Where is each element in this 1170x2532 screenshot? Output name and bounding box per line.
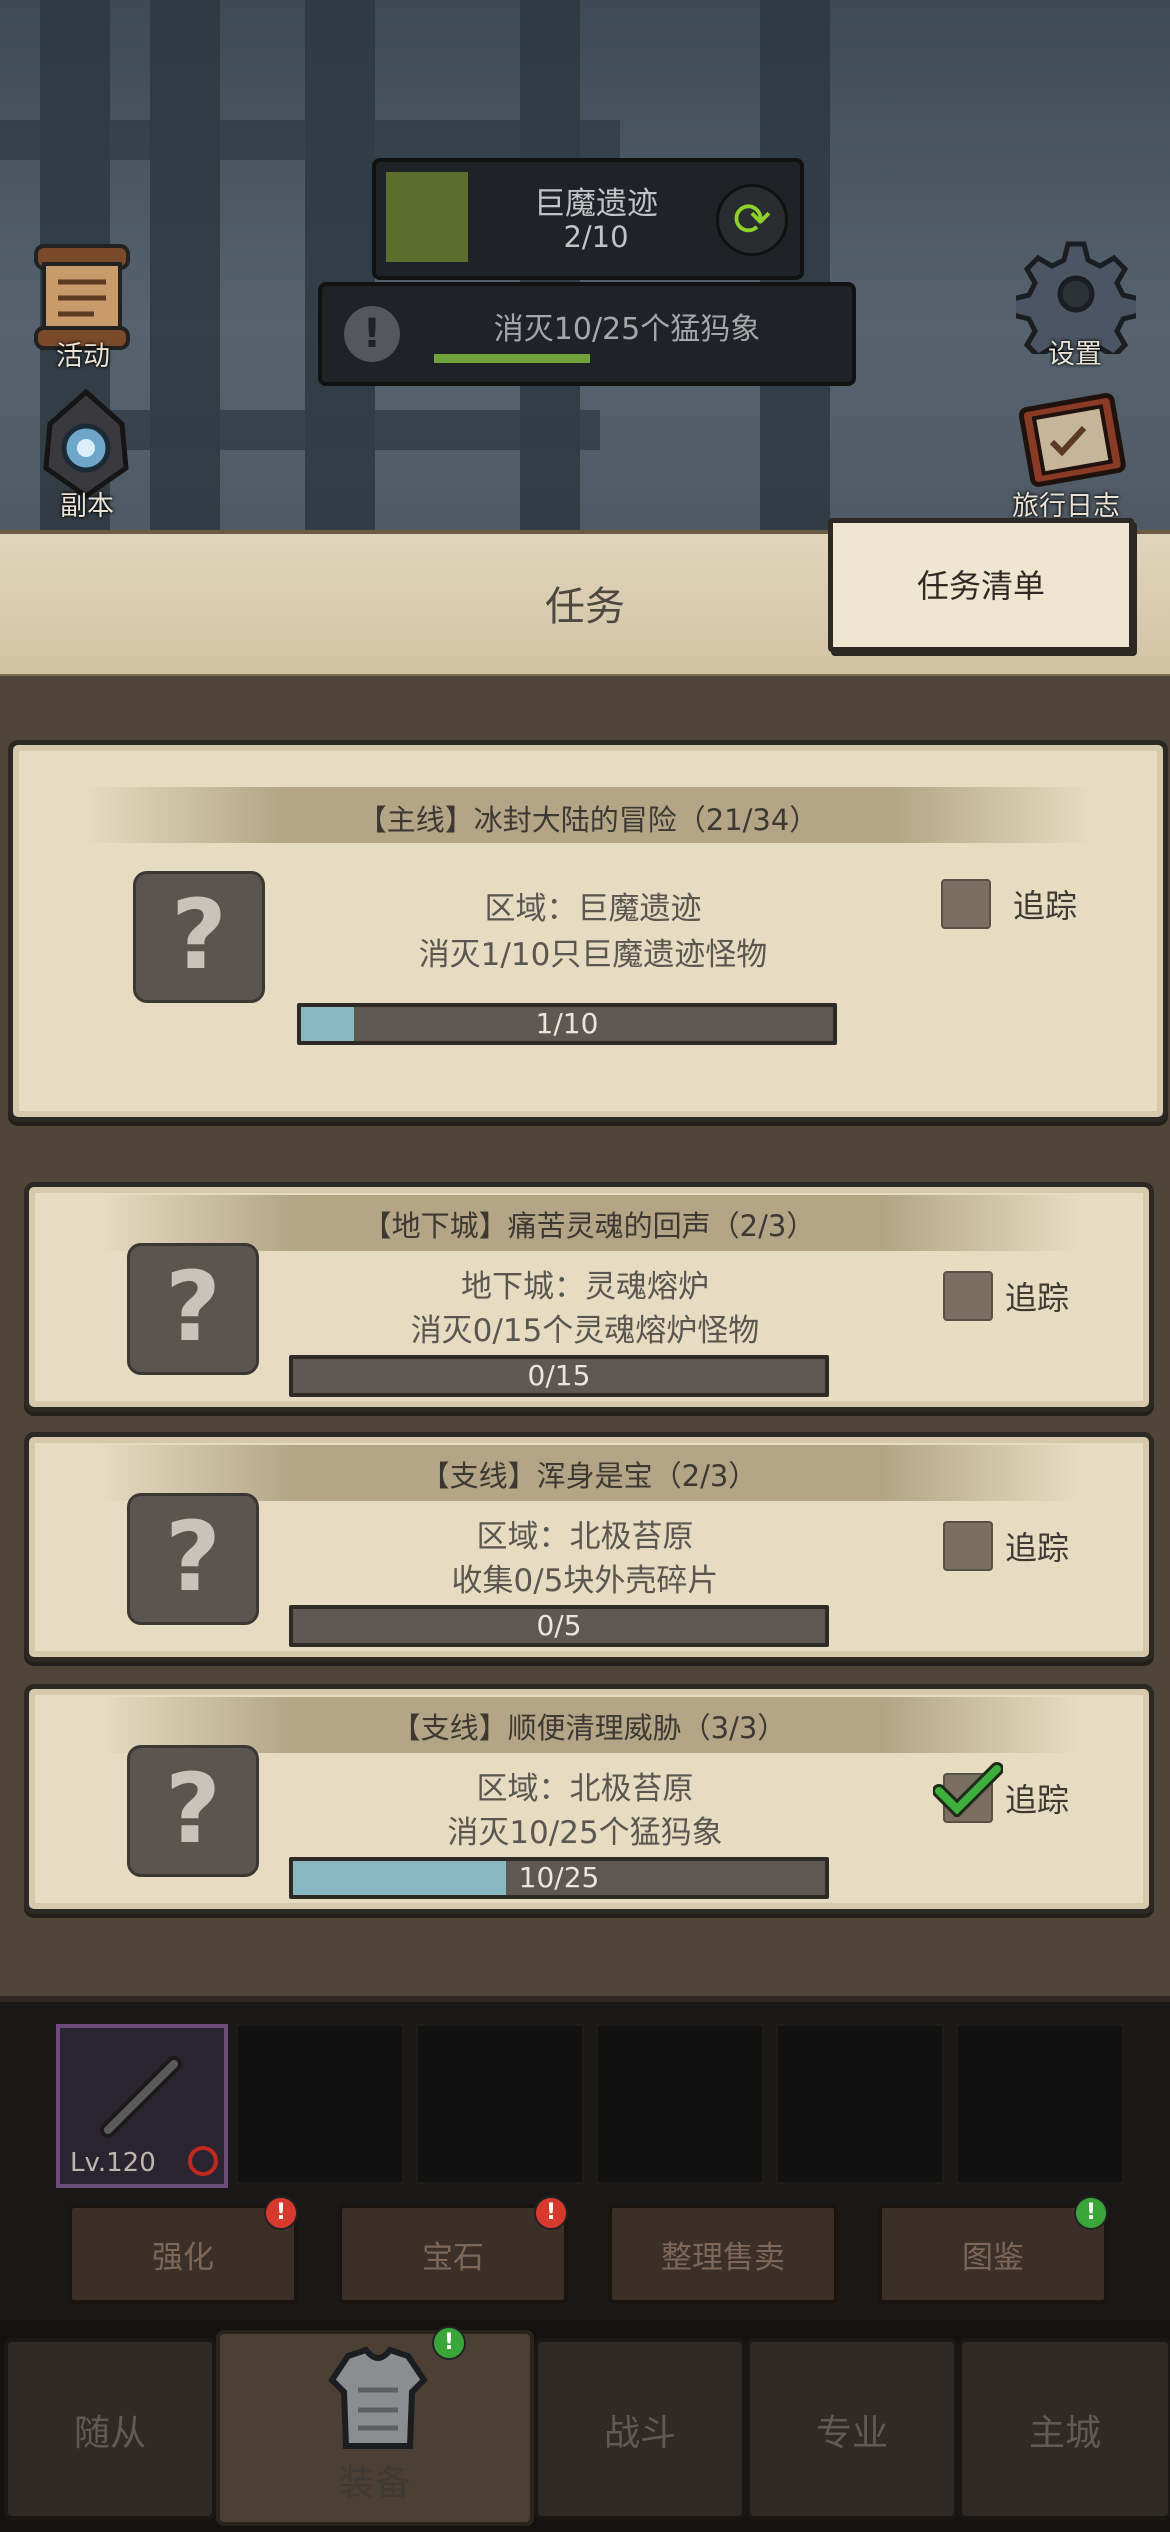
item-level: Lv.120 [70, 2148, 156, 2178]
book-icon [1018, 393, 1126, 487]
quest-progress-bar: 0/15 [289, 1355, 829, 1397]
tracked-quest-banner[interactable]: ! 消灭10/25个猛犸象 [318, 282, 856, 386]
gem-button[interactable]: 宝石 ! [338, 2196, 568, 2304]
inventory-slot[interactable] [776, 2024, 944, 2184]
task-list-button[interactable]: 任务清单 [828, 518, 1134, 652]
nav-main-city[interactable]: 主城 [958, 2338, 1170, 2520]
sort-sell-label: 整理售卖 [661, 2240, 785, 2276]
inventory-slot[interactable] [236, 2024, 404, 2184]
quest-objective: 收集0/5块外壳碎片 [451, 1563, 719, 1599]
quest-progress-bar: 1/10 [297, 1003, 837, 1045]
alert-badge: ! [264, 2196, 298, 2230]
quest-region: 区域：巨魔遗迹 [484, 891, 702, 927]
track-label: 追踪 [1005, 1781, 1070, 1819]
quest-progress-bar: 0/5 [289, 1605, 829, 1647]
codex-label: 图鉴 [962, 2240, 1024, 2276]
enhance-button[interactable]: 强化 ! [68, 2196, 298, 2304]
quest-title: 【支线】浑身是宝（2/3） [420, 1459, 758, 1493]
track-label: 追踪 [1005, 1279, 1070, 1317]
notice-badge: ! [432, 2326, 466, 2360]
gem-label: 宝石 [422, 2240, 484, 2276]
alert-icon: ! [344, 306, 400, 362]
notice-badge: ! [1074, 2196, 1108, 2230]
quest-objective: 消灭10/25个猛犸象 [447, 1815, 723, 1851]
track-checkbox[interactable] [943, 1521, 993, 1571]
enhance-label: 强化 [152, 2240, 214, 2276]
progress-text: 0/15 [527, 1359, 591, 1392]
progress-text: 10/25 [518, 1861, 600, 1894]
tab-quests[interactable]: 任务 [510, 574, 660, 632]
background-beam [100, 410, 600, 450]
quest-title: 【支线】顺便清理威胁（3/3） [391, 1711, 787, 1745]
refresh-icon[interactable]: ⟳ [716, 184, 788, 256]
quest-region: 区域：北极苔原 [476, 1771, 694, 1807]
alert-badge: ! [534, 2196, 568, 2230]
quest-objective: 消灭0/15个灵魂熔炉怪物 [410, 1313, 760, 1349]
quest-card-main[interactable]: 【主线】冰封大陆的冒险（21/34） ? 区域：巨魔遗迹 消灭1/10只巨魔遗迹… [8, 740, 1168, 1122]
progress-text: 0/5 [536, 1609, 582, 1642]
zone-progress: 2/10 [563, 220, 629, 254]
track-label: 追踪 [1013, 887, 1078, 925]
quest-region: 地下城：灵魂熔炉 [461, 1269, 709, 1305]
unknown-quest-icon: ? [133, 871, 265, 1003]
nav-profession-label: 专业 [815, 2413, 888, 2454]
inventory-slot[interactable] [956, 2024, 1124, 2184]
unknown-quest-icon: ? [127, 1493, 259, 1625]
quest-title: 【地下城】痛苦灵魂的回声（2/3） [362, 1209, 816, 1243]
unknown-quest-icon: ? [127, 1243, 259, 1375]
nav-equipment-label: 装备 [338, 2463, 411, 2504]
quest-title: 【主线】冰封大陆的冒险（21/34） [357, 803, 819, 837]
nav-main-city-label: 主城 [1028, 2413, 1101, 2454]
inventory-slot[interactable] [416, 2024, 584, 2184]
unknown-quest-icon: ? [127, 1745, 259, 1877]
nav-equipment[interactable]: ! 装备 [216, 2326, 534, 2526]
codex-button[interactable]: 图鉴 ! [878, 2196, 1108, 2304]
quest-card-side-2[interactable]: 【支线】顺便清理威胁（3/3） ? 区域：北极苔原 消灭10/25个猛犸象 追踪… [24, 1684, 1154, 1914]
tracked-quest-progress-bar [434, 354, 590, 363]
settings-label: 设置 [1048, 339, 1102, 370]
zone-indicator[interactable]: 巨魔遗迹 2/10 ⟳ [372, 158, 804, 280]
nav-followers-label: 随从 [73, 2413, 146, 2454]
check-icon [933, 1762, 1003, 1817]
nav-profession[interactable]: 专业 [746, 2338, 958, 2520]
game-scene: 巨魔遗迹 2/10 ⟳ ! 消灭10/25个猛犸象 活动 副本 设置 旅行日志 [0, 0, 1170, 540]
quest-card-side-1[interactable]: 【支线】浑身是宝（2/3） ? 区域：北极苔原 收集0/5块外壳碎片 追踪 0/… [24, 1432, 1154, 1662]
zone-name: 巨魔遗迹 [534, 186, 658, 222]
dungeon-label: 副本 [60, 491, 114, 522]
background-pillar [150, 0, 220, 540]
quest-region: 区域：北极苔原 [476, 1519, 694, 1555]
sort-sell-button[interactable]: 整理售卖 [608, 2204, 838, 2304]
nav-battle[interactable]: 战斗 [534, 2338, 746, 2520]
quest-card-dungeon[interactable]: 【地下城】痛苦灵魂的回声（2/3） ? 地下城：灵魂熔炉 消灭0/15个灵魂熔炉… [24, 1182, 1154, 1412]
progress-text: 1/10 [535, 1007, 599, 1040]
quest-progress-bar: 10/25 [289, 1857, 829, 1899]
zone-swatch [386, 172, 468, 262]
inventory-slot[interactable] [596, 2024, 764, 2184]
unequippable-icon [188, 2146, 218, 2176]
quest-objective: 消灭1/10只巨魔遗迹怪物 [418, 937, 768, 973]
inventory-slot-weapon[interactable]: Lv.120 [56, 2024, 228, 2188]
nav-battle-label: 战斗 [603, 2413, 676, 2454]
nav-followers[interactable]: 随从 [4, 2338, 216, 2520]
track-label: 追踪 [1005, 1529, 1070, 1567]
staff-icon [100, 2056, 182, 2138]
background-beam [0, 120, 620, 160]
background-pillar [305, 0, 375, 540]
armor-icon [328, 2346, 428, 2449]
tracked-quest-text: 消灭10/25个猛犸象 [493, 312, 761, 347]
task-list-label: 任务清单 [916, 567, 1045, 605]
track-checkbox[interactable] [941, 879, 991, 929]
track-checkbox[interactable] [943, 1271, 993, 1321]
activity-label: 活动 [56, 341, 110, 372]
